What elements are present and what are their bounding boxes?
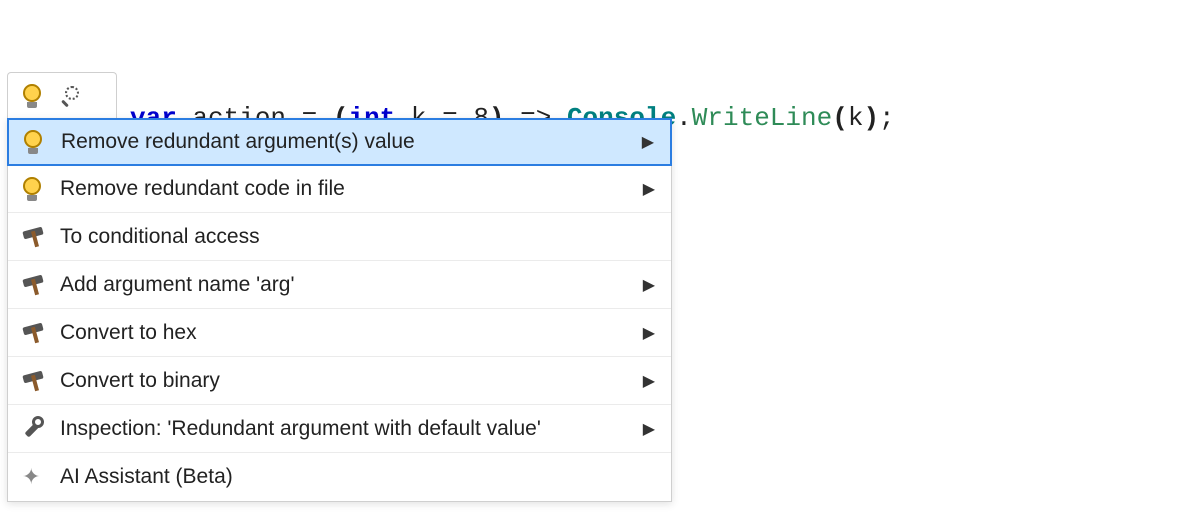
- submenu-arrow-icon: ▶: [643, 275, 655, 295]
- lightbulb-icon: [20, 84, 46, 108]
- sparkle-icon: ✦: [20, 466, 46, 488]
- submenu-arrow-icon: ▶: [643, 371, 655, 391]
- quick-action-gutter[interactable]: [7, 72, 117, 118]
- menu-item-label: To conditional access: [60, 225, 659, 249]
- lightbulb-icon: [20, 177, 46, 201]
- menu-item-remove-redundant-argument[interactable]: Remove redundant argument(s) value ▶: [7, 118, 672, 166]
- hammer-icon: [20, 371, 46, 391]
- menu-item-label: Convert to hex: [60, 321, 629, 345]
- menu-item-label: Remove redundant code in file: [60, 177, 629, 201]
- lightbulb-icon: [21, 130, 47, 154]
- hammer-icon: [20, 227, 46, 247]
- menu-item-label: Add argument name 'arg': [60, 273, 629, 297]
- submenu-arrow-icon: ▶: [643, 179, 655, 199]
- menu-item-convert-to-binary[interactable]: Convert to binary ▶: [8, 357, 671, 405]
- menu-item-ai-assistant[interactable]: ✦ AI Assistant (Beta): [8, 453, 671, 501]
- hammer-icon: [20, 323, 46, 343]
- menu-item-label: AI Assistant (Beta): [60, 465, 659, 489]
- wrench-icon: [20, 418, 46, 440]
- menu-item-label: Convert to binary: [60, 369, 629, 393]
- submenu-arrow-icon: ▶: [642, 132, 654, 152]
- submenu-arrow-icon: ▶: [643, 419, 655, 439]
- submenu-arrow-icon: ▶: [643, 323, 655, 343]
- menu-item-label: Inspection: 'Redundant argument with def…: [60, 417, 629, 441]
- menu-item-inspection-redundant-default[interactable]: Inspection: 'Redundant argument with def…: [8, 405, 671, 453]
- find-icon: [58, 84, 84, 108]
- menu-item-add-argument-name[interactable]: Add argument name 'arg' ▶: [8, 261, 671, 309]
- hammer-icon: [20, 275, 46, 295]
- menu-item-remove-redundant-code-file[interactable]: Remove redundant code in file ▶: [8, 165, 671, 213]
- quick-actions-menu: Remove redundant argument(s) value ▶ Rem…: [7, 118, 672, 502]
- menu-item-convert-to-hex[interactable]: Convert to hex ▶: [8, 309, 671, 357]
- menu-item-to-conditional-access[interactable]: To conditional access: [8, 213, 671, 261]
- menu-item-label: Remove redundant argument(s) value: [61, 130, 628, 154]
- method-writeline: WriteLine: [692, 103, 832, 133]
